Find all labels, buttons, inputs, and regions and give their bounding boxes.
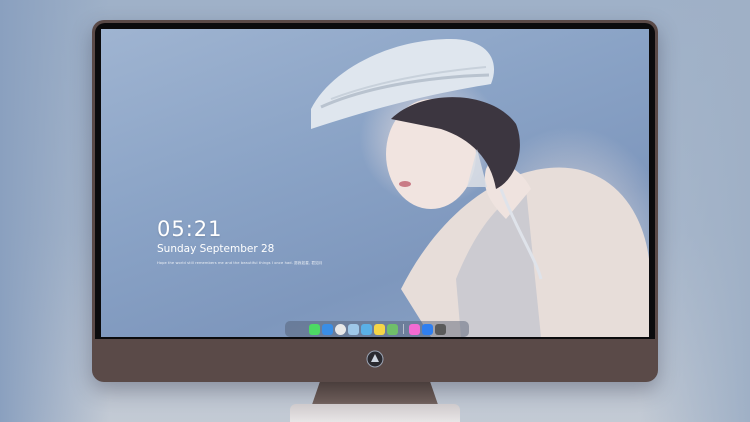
clock-icon[interactable] — [334, 323, 346, 335]
monitor-stand-base — [290, 404, 460, 422]
dock — [285, 321, 469, 337]
lock-screen-motto: Hope the world still remembers me and th… — [157, 261, 323, 265]
clock-time: 05:21 — [157, 217, 223, 241]
monitor-logo-icon — [366, 350, 384, 368]
photos-icon[interactable] — [386, 323, 398, 335]
preview-icon[interactable] — [347, 323, 359, 335]
lock-screen[interactable]: 05:21 Sunday September 28 Hope the world… — [101, 29, 649, 337]
notes-icon[interactable] — [373, 323, 385, 335]
files-icon[interactable] — [360, 323, 372, 335]
camera-icon[interactable] — [434, 323, 446, 335]
monitor: 05:21 Sunday September 28 Hope the world… — [92, 20, 658, 382]
messages-icon[interactable] — [308, 323, 320, 335]
clock-date: Sunday September 28 — [157, 243, 275, 255]
monitor-bezel: 05:21 Sunday September 28 Hope the world… — [95, 23, 655, 339]
wallpaper-headdress — [311, 39, 495, 129]
app-store-icon[interactable] — [421, 323, 433, 335]
music-icon[interactable] — [408, 323, 420, 335]
dock-separator — [402, 324, 404, 334]
finder-icon[interactable] — [321, 323, 333, 335]
